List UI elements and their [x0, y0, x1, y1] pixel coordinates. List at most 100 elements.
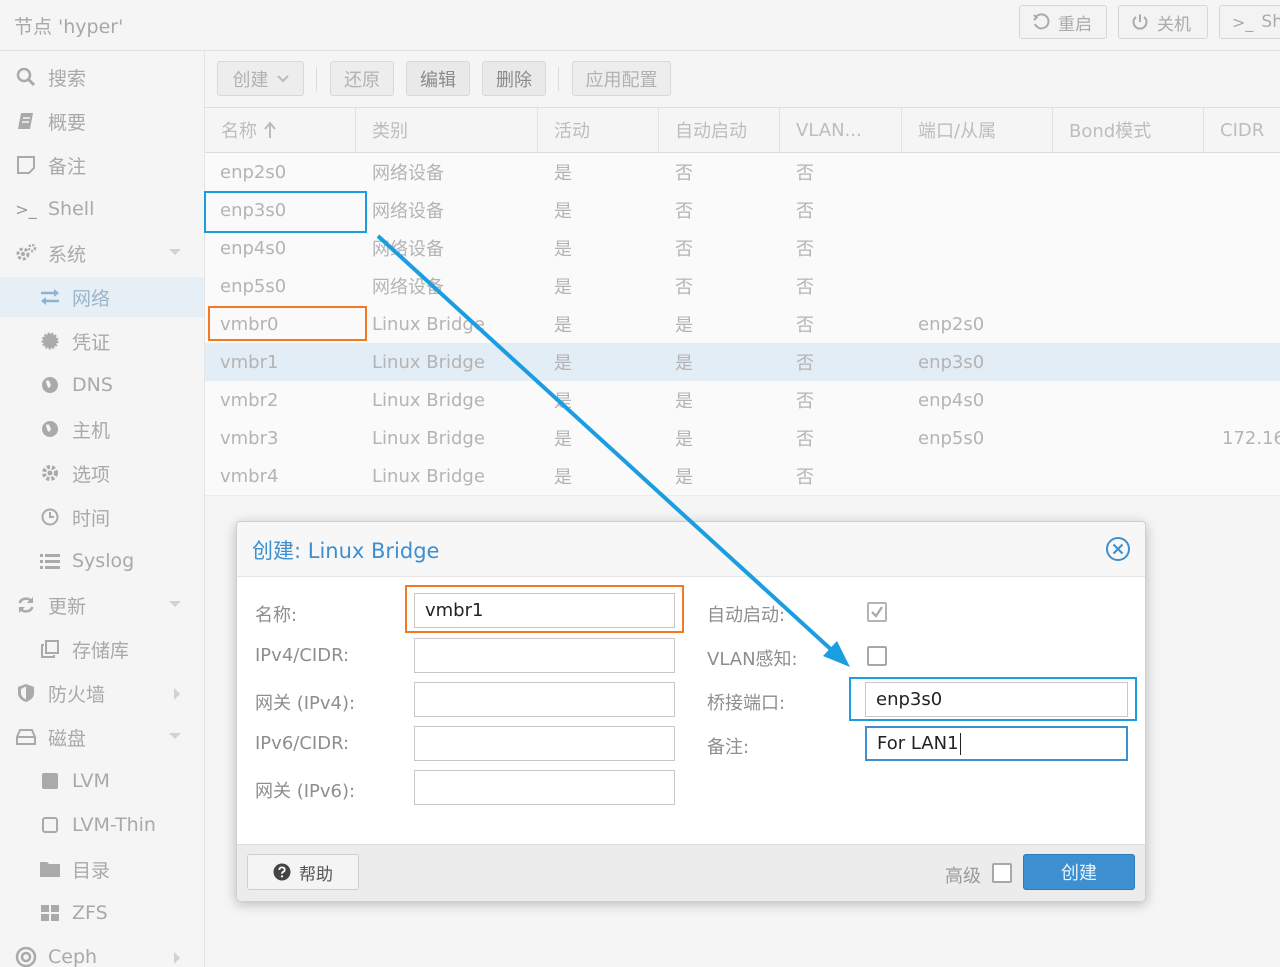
sidebar-item-label: 主机 — [72, 419, 111, 442]
sidebar-item-disks[interactable]: 磁盘 — [0, 717, 204, 757]
column-header-ports[interactable]: 端口/从属 — [902, 108, 1053, 152]
sidebar-item-label: Shell — [48, 198, 95, 220]
sidebar-item-repositories[interactable]: 存储库 — [0, 629, 204, 669]
comment-input[interactable]: For LAN1 — [865, 726, 1128, 761]
restart-button[interactable]: 重启 — [1019, 5, 1107, 39]
node-title: 节点 'hyper' — [14, 16, 124, 38]
table-row[interactable]: vmbr4 Linux Bridge 是 是 否 — [205, 457, 1280, 496]
sidebar-item-system[interactable]: 系统 — [0, 233, 204, 273]
ipv6-cidr-input[interactable] — [414, 726, 675, 761]
sidebar-item-summary[interactable]: 概要 — [0, 101, 204, 141]
sidebar-item-updates[interactable]: 更新 — [0, 585, 204, 625]
table-row[interactable]: vmbr3 Linux Bridge 是 是 否 enp5s0 172.16 — [205, 419, 1280, 458]
cell-name: vmbr0 — [220, 313, 279, 335]
square-outline-icon — [38, 815, 62, 835]
cell-vlan-aware: 否 — [796, 429, 814, 450]
column-header-cidr[interactable]: CIDR — [1204, 108, 1280, 152]
cell-autostart: 是 — [675, 467, 693, 488]
table-row[interactable]: vmbr0 Linux Bridge 是 是 否 enp2s0 — [205, 305, 1280, 344]
network-toolbar: 创建 还原 编辑 删除 应用配置 — [205, 51, 1280, 108]
sidebar-item-syslog[interactable]: Syslog — [0, 541, 204, 581]
edit-label: 编辑 — [420, 69, 456, 91]
advanced-label: 高级 — [945, 866, 981, 887]
exchange-icon — [38, 288, 62, 306]
close-icon[interactable] — [1105, 536, 1131, 562]
autostart-label: 自动启动: — [707, 605, 786, 626]
autostart-checkbox[interactable] — [867, 602, 887, 622]
help-button[interactable]: 帮助 — [247, 854, 359, 890]
cell-autostart: 是 — [675, 429, 693, 450]
copy-icon — [38, 639, 62, 659]
create-menu-button[interactable]: 创建 — [217, 61, 304, 96]
column-header-autostart[interactable]: 自动启动 — [659, 108, 780, 152]
table-row[interactable]: enp3s0 网络设备 是 否 否 — [205, 191, 1280, 230]
column-header-vlan[interactable]: VLAN... — [780, 108, 902, 152]
sidebar-item-label: 凭证 — [72, 331, 111, 354]
sidebar-item-firewall[interactable]: 防火墙 — [0, 673, 204, 713]
gateway-ipv6-input[interactable] — [414, 770, 675, 805]
revert-label: 还原 — [344, 69, 380, 91]
sidebar-item-notes[interactable]: 备注 — [0, 145, 204, 185]
column-header-active[interactable]: 活动 — [538, 108, 659, 152]
sidebar-item-certificates[interactable]: 凭证 — [0, 321, 204, 361]
column-header-type[interactable]: 类别 — [356, 108, 538, 152]
table-row[interactable]: enp4s0 网络设备 是 否 否 — [205, 229, 1280, 268]
sidebar-item-label: 更新 — [48, 595, 87, 618]
vlan-aware-checkbox[interactable] — [867, 646, 887, 666]
chevron-down-icon[interactable] — [168, 247, 182, 257]
chevron-down-icon[interactable] — [168, 731, 182, 741]
restart-icon — [1033, 13, 1050, 30]
edit-button[interactable]: 编辑 — [406, 61, 470, 96]
chevron-down-icon[interactable] — [168, 599, 182, 609]
create-button[interactable]: 创建 — [1023, 854, 1135, 890]
hdd-icon — [14, 728, 38, 746]
cell-type: Linux Bridge — [372, 427, 485, 449]
delete-label: 删除 — [496, 69, 532, 91]
table-row[interactable]: enp5s0 网络设备 是 否 否 — [205, 267, 1280, 306]
cell-name: enp4s0 — [220, 237, 287, 259]
question-circle-icon — [273, 863, 291, 881]
grid-icon — [38, 903, 62, 923]
ipv4-cidr-input[interactable] — [414, 638, 675, 673]
sidebar-item-directory[interactable]: 目录 — [0, 849, 204, 889]
sidebar-item-ceph[interactable]: Ceph — [0, 937, 204, 967]
chevron-right-icon[interactable] — [172, 951, 182, 965]
cell-type: 网络设备 — [372, 163, 444, 184]
column-header-bond-mode[interactable]: Bond模式 — [1053, 108, 1204, 152]
gear-icon — [38, 463, 62, 483]
apply-configuration-button[interactable]: 应用配置 — [572, 61, 671, 96]
table-row[interactable]: vmbr2 Linux Bridge 是 是 否 enp4s0 — [205, 381, 1280, 420]
table-row[interactable]: vmbr1 Linux Bridge 是 是 否 enp3s0 — [205, 343, 1280, 382]
sidebar-item-search[interactable]: 搜索 — [0, 57, 204, 97]
shell-button[interactable]: >_ Sh — [1219, 5, 1280, 39]
advanced-checkbox[interactable] — [992, 863, 1012, 883]
sidebar-item-hosts[interactable]: 主机 — [0, 409, 204, 449]
name-input[interactable]: vmbr1 — [414, 593, 675, 628]
sidebar-item-lvm[interactable]: LVM — [0, 761, 204, 801]
sidebar-item-shell[interactable]: >_ Shell — [0, 189, 204, 229]
gateway-ipv6-label: 网关 (IPv6): — [255, 781, 356, 802]
sidebar-item-time[interactable]: 时间 — [0, 497, 204, 537]
bridge-ports-input[interactable]: enp3s0 — [865, 682, 1128, 717]
sidebar-item-dns[interactable]: DNS — [0, 365, 204, 405]
sidebar-item-zfs[interactable]: ZFS — [0, 893, 204, 933]
sidebar-item-label: 防火墙 — [48, 683, 106, 706]
sidebar-item-label: 目录 — [72, 859, 111, 882]
note-icon — [14, 155, 38, 175]
sidebar-item-network[interactable]: 网络 — [0, 277, 204, 317]
shutdown-button[interactable]: 关机 — [1118, 5, 1208, 39]
table-row[interactable]: enp2s0 网络设备 是 否 否 — [205, 153, 1280, 192]
cell-active: 是 — [554, 429, 572, 450]
column-header-name[interactable]: 名称 — [205, 108, 356, 152]
sidebar-item-options[interactable]: 选项 — [0, 453, 204, 493]
folder-icon — [38, 860, 62, 878]
revert-button[interactable]: 还原 — [330, 61, 394, 96]
chevron-right-icon[interactable] — [172, 687, 182, 701]
ceph-icon — [14, 946, 38, 967]
chevron-down-icon — [276, 74, 289, 82]
delete-button[interactable]: 删除 — [482, 61, 546, 96]
gateway-ipv4-input[interactable] — [414, 682, 675, 717]
create-linux-bridge-dialog: 创建: Linux Bridge 名称: vmbr1 IPv4/CIDR: 网关… — [236, 521, 1146, 901]
sidebar-item-lvm-thin[interactable]: LVM-Thin — [0, 805, 204, 845]
toolbar-separator — [558, 67, 559, 91]
